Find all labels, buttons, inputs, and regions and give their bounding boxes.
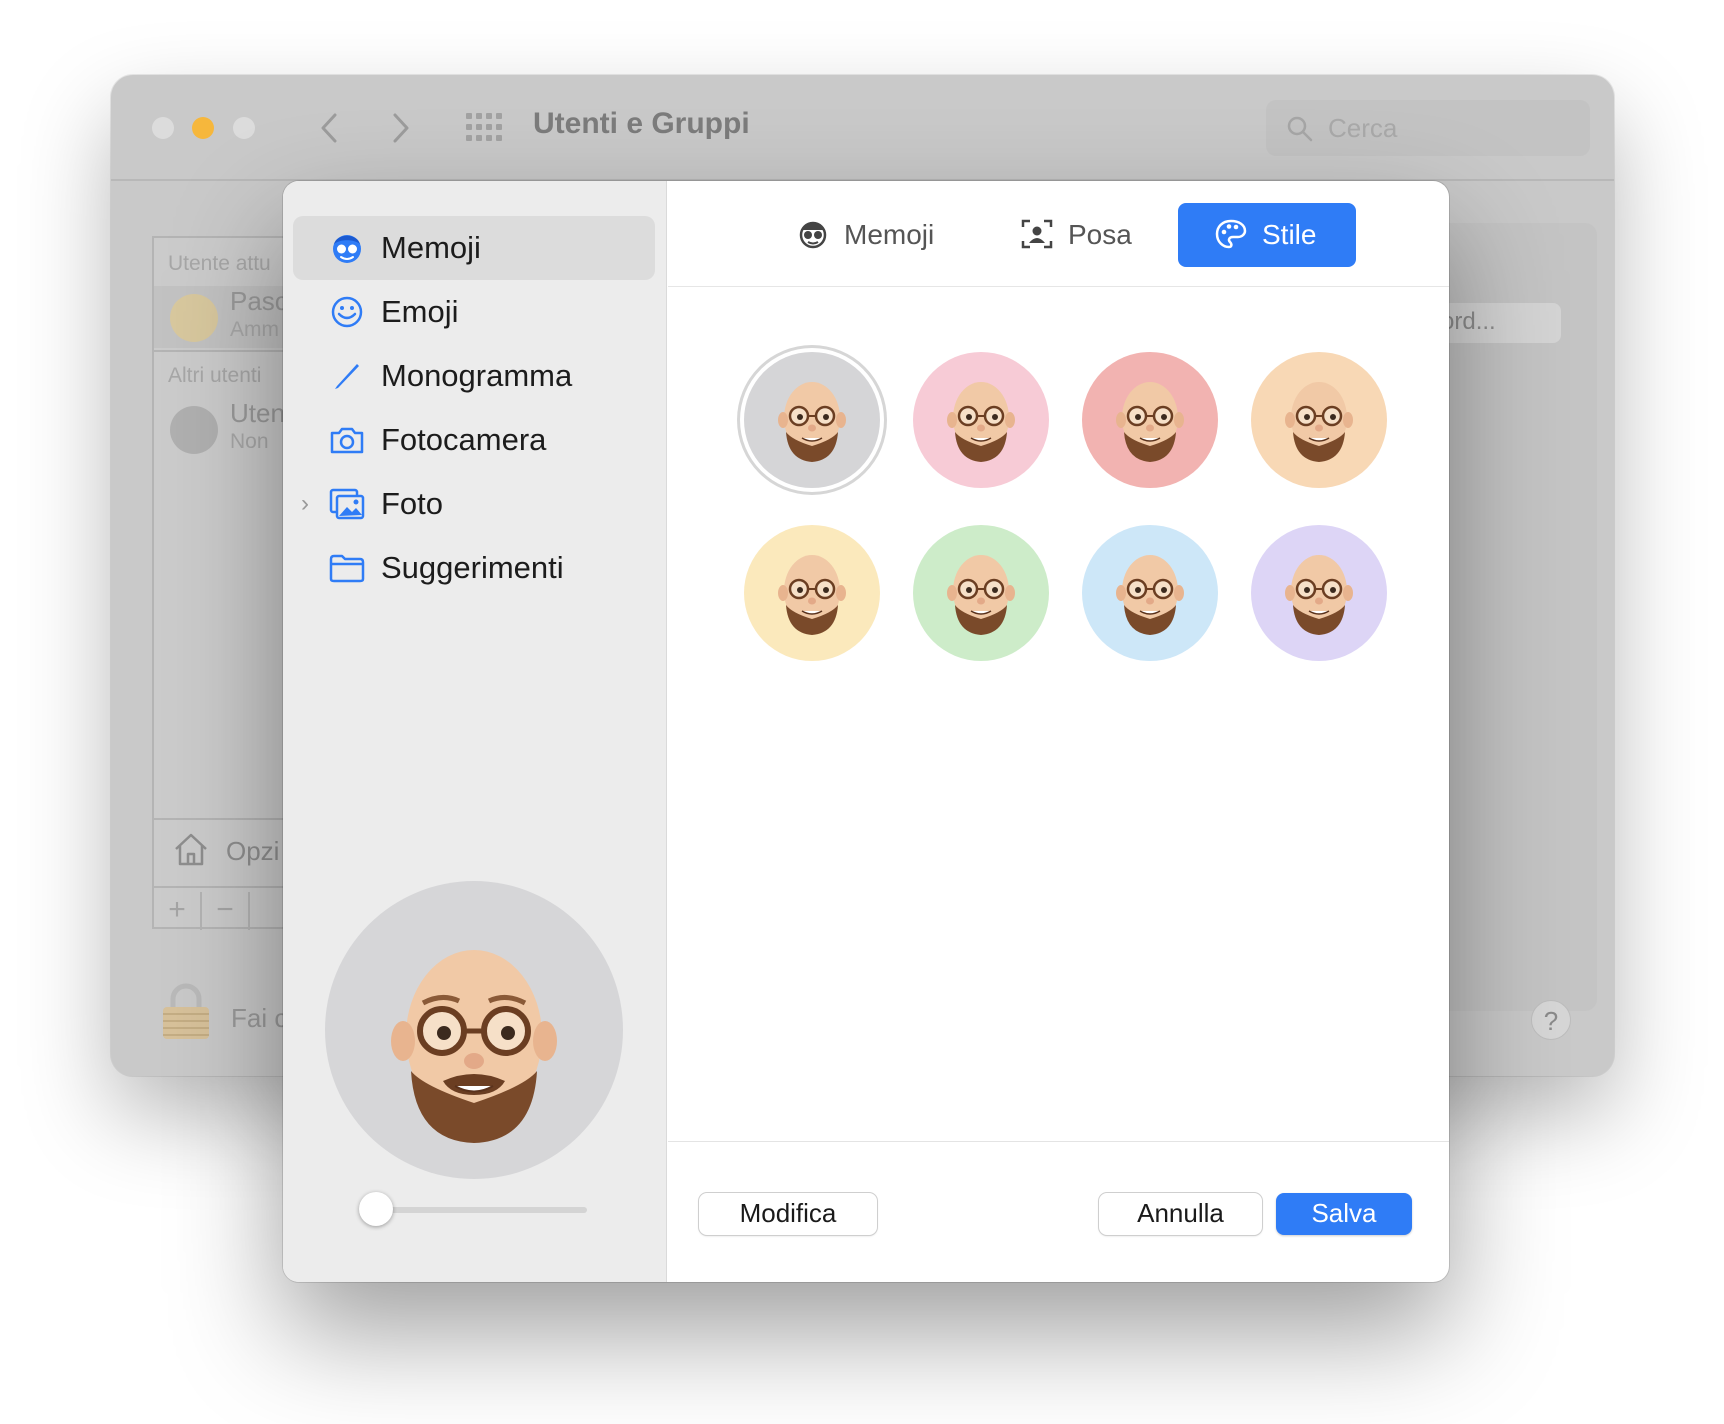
style-swatch-green[interactable] xyxy=(913,525,1049,661)
other-user-name[interactable]: Uten xyxy=(230,398,285,429)
palette-icon xyxy=(1215,219,1247,249)
sidebar-item-label: Fotocamera xyxy=(381,422,547,457)
disclosure-chevron-icon[interactable]: › xyxy=(301,490,309,518)
list-divider xyxy=(154,818,300,820)
current-user-role: Amm xyxy=(230,318,279,341)
tab-label: Stile xyxy=(1262,219,1317,250)
current-user-name: Pasc xyxy=(230,286,288,316)
back-button[interactable] xyxy=(309,105,349,151)
style-swatch-peach[interactable] xyxy=(1251,352,1387,488)
other-user-avatar xyxy=(170,406,218,454)
pose-icon xyxy=(1021,219,1053,249)
sidebar-item-photos[interactable]: › Foto xyxy=(293,472,655,536)
smiley-icon xyxy=(331,296,363,328)
sidebar-item-label: Suggerimenti xyxy=(381,550,564,585)
close-window-button[interactable] xyxy=(152,117,174,139)
tab-label: Memoji xyxy=(844,219,935,250)
save-button[interactable]: Salva xyxy=(1276,1193,1412,1235)
sidebar-item-camera[interactable]: Fotocamera xyxy=(293,408,655,472)
tab-memoji[interactable]: Memoji xyxy=(796,203,946,267)
current-user-section-label: Utente attu xyxy=(168,252,271,275)
memoji-face-icon xyxy=(778,382,846,462)
memoji-face-icon xyxy=(1116,555,1184,635)
picker-content: Memoji Posa Stile Modifica Annulla Salva xyxy=(668,181,1449,1282)
tab-style[interactable]: Stile xyxy=(1178,203,1356,267)
style-swatch-yellow[interactable] xyxy=(744,525,880,661)
memoji-face-icon xyxy=(1285,382,1353,462)
memoji-face-icon xyxy=(1116,382,1184,462)
search-field[interactable]: Cerca xyxy=(1266,100,1590,156)
cancel-button[interactable]: Annulla xyxy=(1099,1193,1262,1235)
current-user-avatar xyxy=(170,294,218,342)
edit-button[interactable]: Modifica xyxy=(699,1193,877,1235)
chevron-left-icon xyxy=(321,113,337,143)
search-placeholder: Cerca xyxy=(1328,113,1398,143)
minimize-window-button[interactable] xyxy=(192,117,214,139)
users-list: Utente attu Pasc Amm Altri utenti Uten N… xyxy=(152,236,302,930)
picture-picker-dialog: Memoji Emoji Monogramma Fotocamera › Fot… xyxy=(283,181,1449,1282)
lock-message: Fai c xyxy=(231,1003,288,1033)
other-users-section-label: Altri utenti xyxy=(168,364,262,387)
memoji-face-icon xyxy=(778,555,846,635)
sidebar-item-label: Emoji xyxy=(381,294,459,329)
memoji-face-icon xyxy=(799,221,827,249)
lock-icon[interactable] xyxy=(161,983,211,1041)
selected-picture-preview[interactable] xyxy=(325,881,623,1179)
sidebar-item-label: Memoji xyxy=(381,230,481,265)
photos-icon xyxy=(329,488,365,520)
login-options-label[interactable]: Opzi xyxy=(226,836,279,867)
style-swatch-blue[interactable] xyxy=(1082,525,1218,661)
add-user-button[interactable]: + xyxy=(154,892,202,930)
zoom-window-button[interactable] xyxy=(233,117,255,139)
picker-sidebar: Memoji Emoji Monogramma Fotocamera › Fot… xyxy=(283,181,667,1282)
other-user-status: Non xyxy=(230,430,269,453)
style-swatch-grey[interactable] xyxy=(744,352,880,488)
show-all-grid-icon[interactable] xyxy=(466,113,504,143)
tab-label: Posa xyxy=(1068,219,1132,250)
camera-icon xyxy=(330,427,364,454)
style-swatch-red[interactable] xyxy=(1082,352,1218,488)
window-toolbar: Utenti e Gruppi Cerca xyxy=(111,75,1614,181)
sidebar-item-memoji[interactable]: Memoji xyxy=(293,216,655,280)
search-icon xyxy=(1287,116,1313,142)
zoom-slider-track[interactable] xyxy=(373,1207,587,1213)
forward-button[interactable] xyxy=(381,105,421,151)
list-divider xyxy=(154,886,300,888)
list-divider xyxy=(154,350,300,352)
memoji-face-icon xyxy=(947,382,1015,462)
memoji-icon xyxy=(333,235,361,263)
help-button[interactable]: ? xyxy=(1531,1000,1571,1040)
sidebar-item-suggestions[interactable]: Suggerimenti xyxy=(293,536,655,600)
remove-user-button[interactable]: − xyxy=(202,892,250,930)
sidebar-item-label: Monogramma xyxy=(381,358,573,393)
memoji-preview-icon xyxy=(391,950,557,1143)
memoji-face-icon xyxy=(947,555,1015,635)
footer-divider xyxy=(668,1141,1449,1142)
pencil-icon xyxy=(335,364,359,389)
memoji-face-icon xyxy=(1285,555,1353,635)
style-swatch-pink[interactable] xyxy=(913,352,1049,488)
folder-icon xyxy=(329,554,365,583)
sidebar-item-emoji[interactable]: Emoji xyxy=(293,280,655,344)
tab-bar: Memoji Posa Stile xyxy=(668,181,1449,287)
zoom-slider-knob[interactable] xyxy=(359,1192,393,1226)
sidebar-item-monogram[interactable]: Monogramma xyxy=(293,344,655,408)
chevron-right-icon xyxy=(393,113,409,143)
style-swatch-purple[interactable] xyxy=(1251,525,1387,661)
sidebar-item-label: Foto xyxy=(381,486,444,521)
tab-pose[interactable]: Posa xyxy=(1020,203,1140,267)
house-icon xyxy=(175,833,207,866)
window-title: Utenti e Gruppi xyxy=(533,107,750,140)
